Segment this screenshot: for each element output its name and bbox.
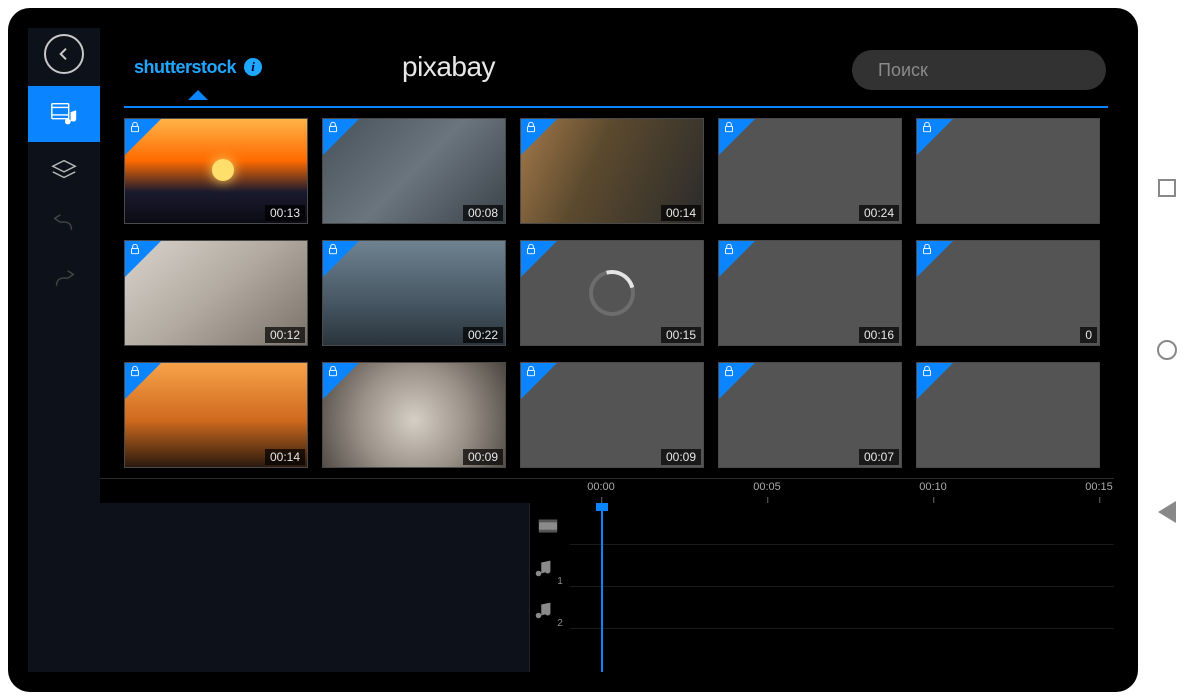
clip-duration: 00:22 <box>463 327 503 343</box>
lock-icon <box>326 364 340 378</box>
clip-thumbnail[interactable]: 00:09 <box>520 362 704 468</box>
lock-icon <box>128 242 142 256</box>
clip-thumbnail[interactable]: 0 <box>916 240 1100 346</box>
timeline-preview-pane <box>100 479 530 672</box>
clip-duration: 00:08 <box>463 205 503 221</box>
clip-thumbnail[interactable]: 00:15 <box>520 240 704 346</box>
source-tab-label: shutterstock <box>134 57 236 78</box>
clip-duration: 00:13 <box>265 205 305 221</box>
undo-icon <box>49 211 79 241</box>
search-box[interactable] <box>852 50 1106 90</box>
clip-thumbnail[interactable]: 00:07 <box>718 362 902 468</box>
clip-thumbnail[interactable]: 00:13 <box>124 118 308 224</box>
lock-icon <box>920 120 934 134</box>
source-tab-pixabay[interactable]: pixabay <box>402 51 495 83</box>
track-number: 2 <box>557 618 563 629</box>
clip-thumbnail[interactable]: 00:09 <box>322 362 506 468</box>
clip-thumbnail[interactable]: 00:16 <box>718 240 902 346</box>
timeline-track[interactable] <box>570 587 1114 629</box>
circle-icon <box>1157 340 1177 360</box>
redo-icon <box>49 267 79 297</box>
source-tab-label: pixabay <box>402 51 495 83</box>
lock-icon <box>722 120 736 134</box>
lock-icon <box>128 364 142 378</box>
clip-thumbnail[interactable] <box>916 362 1100 468</box>
clip-duration: 00:14 <box>265 449 305 465</box>
clip-duration: 00:24 <box>859 205 899 221</box>
lock-icon <box>524 120 538 134</box>
search-input[interactable] <box>878 60 1110 81</box>
header-divider <box>124 106 1108 108</box>
timeline-ruler[interactable]: 00:00 00:05 00:10 00:15 <box>100 479 1114 503</box>
music-track-icon <box>533 557 555 584</box>
back-system-button[interactable] <box>1156 501 1178 523</box>
recents-button[interactable] <box>1156 177 1178 199</box>
triangle-back-icon <box>1158 501 1176 523</box>
active-tab-indicator <box>188 90 208 100</box>
timeline: 00:00 00:05 00:10 00:15 1 2 <box>100 478 1114 672</box>
source-tab-shutterstock[interactable]: shutterstock i <box>134 57 262 78</box>
undo-button[interactable] <box>28 198 100 254</box>
clip-thumbnail[interactable]: 00:14 <box>520 118 704 224</box>
track-number: 1 <box>557 576 563 587</box>
clip-thumbnail[interactable] <box>916 118 1100 224</box>
lock-icon <box>920 242 934 256</box>
clip-duration: 00:15 <box>661 327 701 343</box>
timeline-tracks[interactable] <box>570 503 1114 672</box>
track-header[interactable]: 1 <box>530 549 566 591</box>
clip-thumbnail[interactable]: 00:24 <box>718 118 902 224</box>
lock-icon <box>326 242 340 256</box>
track-header[interactable]: 2 <box>530 591 566 633</box>
lock-icon <box>920 364 934 378</box>
home-button[interactable] <box>1156 339 1178 361</box>
lock-icon <box>326 120 340 134</box>
clip-duration: 00:14 <box>661 205 701 221</box>
clip-duration: 00:07 <box>859 449 899 465</box>
clip-thumbnail[interactable]: 00:22 <box>322 240 506 346</box>
chevron-left-icon <box>56 46 72 62</box>
clip-duration: 00:09 <box>661 449 701 465</box>
clip-duration: 00:16 <box>859 327 899 343</box>
sidebar-item-layers[interactable] <box>28 142 100 198</box>
sidebar-item-media[interactable] <box>28 86 100 142</box>
lock-icon <box>722 364 736 378</box>
timeline-tick: 00:00 <box>587 481 615 493</box>
lock-icon <box>524 242 538 256</box>
layers-icon <box>49 155 79 185</box>
music-track-icon <box>533 599 555 626</box>
clip-duration: 00:09 <box>463 449 503 465</box>
system-nav <box>1147 0 1187 700</box>
timeline-tick: 00:05 <box>753 481 781 493</box>
info-icon[interactable]: i <box>244 58 262 76</box>
lock-icon <box>128 120 142 134</box>
clip-duration: 0 <box>1080 327 1097 343</box>
clip-grid[interactable]: 00:13 00:08 00:14 00:24 00:12 00:22 00:15 00:16… <box>124 118 1114 468</box>
timeline-tick: 00:10 <box>919 481 947 493</box>
timeline-track[interactable] <box>570 503 1114 545</box>
playhead[interactable] <box>601 503 603 672</box>
timeline-tick: 00:15 <box>1085 481 1113 493</box>
redo-button[interactable] <box>28 254 100 310</box>
clip-thumbnail[interactable]: 00:14 <box>124 362 308 468</box>
sidebar <box>28 28 100 672</box>
clip-thumbnail[interactable]: 00:12 <box>124 240 308 346</box>
track-header[interactable] <box>530 507 566 549</box>
lock-icon <box>722 242 736 256</box>
lock-icon <box>524 364 538 378</box>
clip-thumbnail[interactable]: 00:08 <box>322 118 506 224</box>
clip-duration: 00:12 <box>265 327 305 343</box>
video-track-icon <box>537 515 559 542</box>
header: shutterstock i pixabay <box>100 28 1118 106</box>
media-music-icon <box>49 99 79 129</box>
square-icon <box>1158 179 1176 197</box>
back-button[interactable] <box>44 34 84 74</box>
timeline-track[interactable] <box>570 545 1114 587</box>
